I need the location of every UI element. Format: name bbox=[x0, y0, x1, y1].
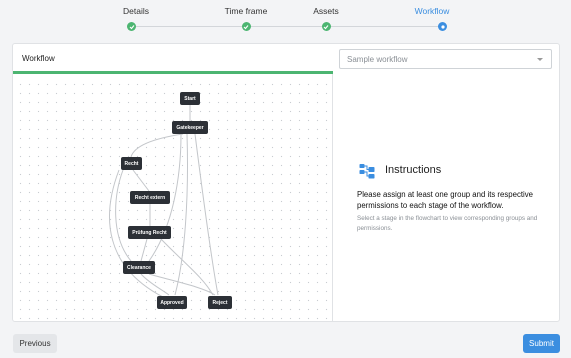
flow-node-gatekeeper[interactable]: Gatekeeper bbox=[172, 121, 208, 134]
instructions-title: Instructions bbox=[385, 164, 442, 176]
flow-node-pruefung-recht[interactable]: Prüfung Recht bbox=[128, 226, 171, 239]
current-step-icon bbox=[438, 22, 447, 31]
step-label: Assets bbox=[313, 6, 339, 16]
step-details[interactable]: Details bbox=[96, 0, 176, 31]
step-label: Workflow bbox=[414, 6, 450, 16]
card-header: Workflow bbox=[13, 44, 333, 74]
flowchart-icon bbox=[359, 163, 375, 179]
step-time-frame[interactable]: Time frame bbox=[206, 0, 286, 31]
instructions-subtext: Select a stage in the flowchart to view … bbox=[357, 215, 538, 232]
select-placeholder: Sample workflow bbox=[347, 55, 408, 64]
panel-divider bbox=[332, 74, 333, 321]
step-assets[interactable]: Assets bbox=[286, 0, 366, 31]
step-label: Time frame bbox=[224, 6, 268, 16]
flow-node-approved[interactable]: Approved bbox=[157, 296, 187, 309]
flowchart-edges bbox=[109, 105, 219, 298]
workflow-card: Workflow Sample workflow Start Gatekeepe… bbox=[12, 43, 560, 322]
step-label: Details bbox=[123, 6, 149, 16]
instructions-text: Please assign at least one group and its… bbox=[357, 190, 533, 210]
flow-node-start[interactable]: Start bbox=[180, 92, 200, 105]
flowchart-canvas[interactable]: Start Gatekeeper Recht Recht extern Prüf… bbox=[13, 77, 333, 321]
step-workflow[interactable]: Workflow bbox=[392, 0, 472, 31]
flow-node-clearance[interactable]: Clearance bbox=[123, 261, 155, 274]
previous-button[interactable]: Previous bbox=[13, 334, 57, 353]
chevron-down-icon bbox=[537, 58, 543, 61]
workflow-select[interactable]: Sample workflow bbox=[339, 49, 552, 69]
card-title: Workflow bbox=[22, 54, 55, 63]
submit-button[interactable]: Submit bbox=[523, 334, 560, 353]
check-icon bbox=[241, 22, 251, 31]
flow-node-recht[interactable]: Recht bbox=[121, 157, 142, 170]
flow-node-recht-extern[interactable]: Recht extern bbox=[130, 191, 170, 204]
check-icon bbox=[321, 22, 331, 31]
check-icon bbox=[127, 22, 136, 31]
flow-node-reject[interactable]: Reject bbox=[208, 296, 232, 309]
wizard-stepper: Details Time frame Assets Workflow bbox=[0, 0, 571, 40]
